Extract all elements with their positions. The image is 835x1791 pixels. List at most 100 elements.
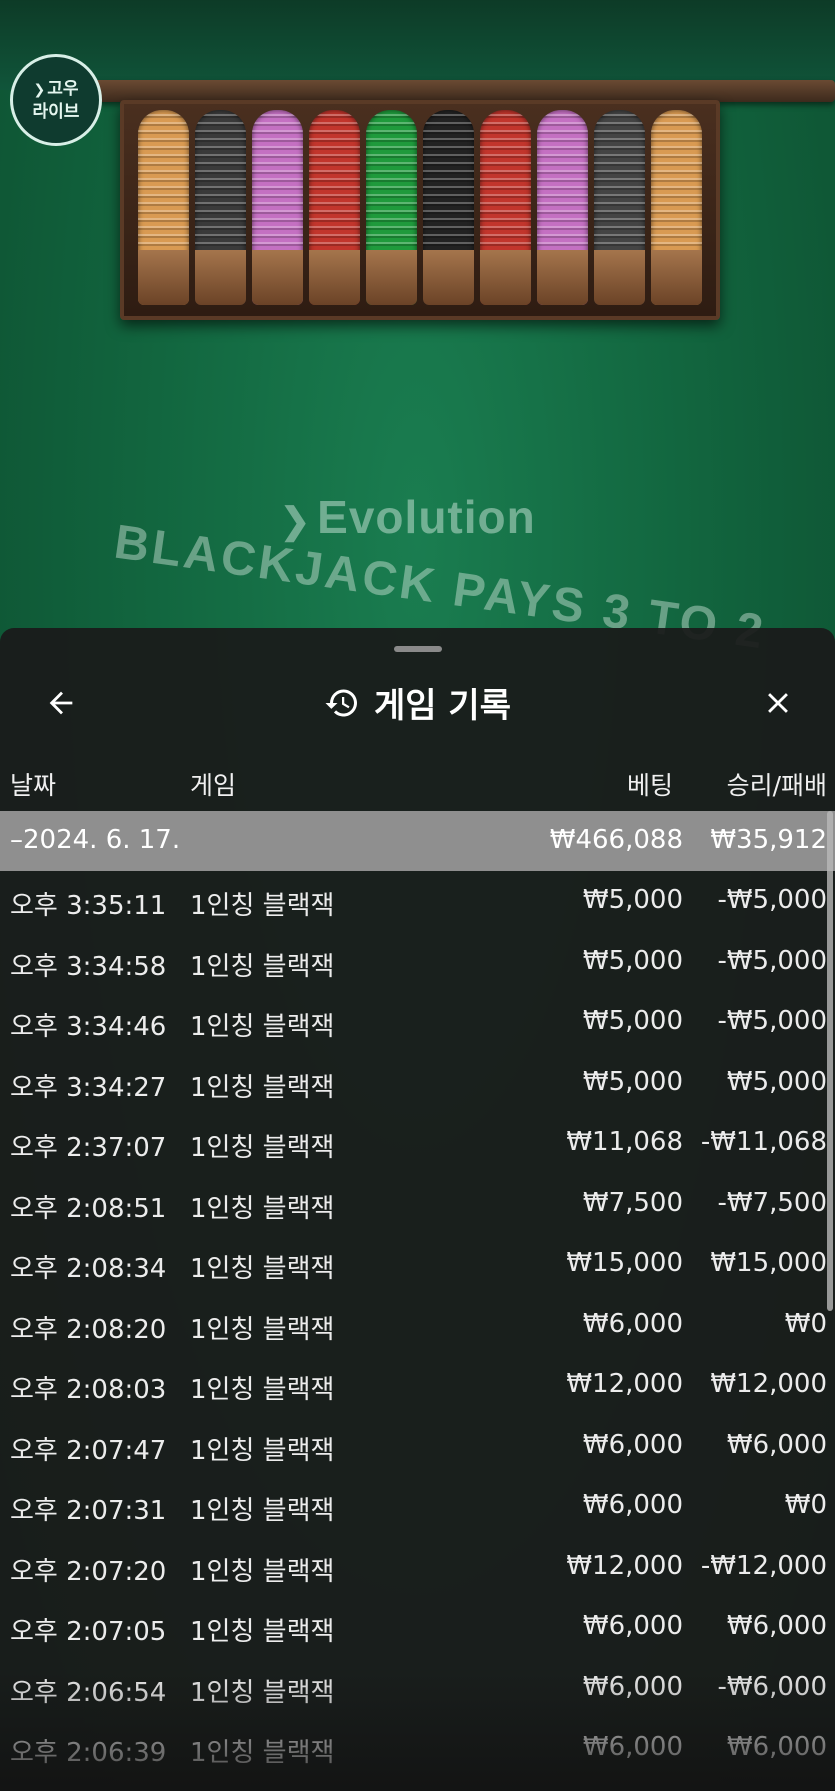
history-row[interactable]: 오후 2:07:31 1인칭 블랙잭 ₩6,000 ₩0 [0,1476,835,1537]
row-result: ₩5,000 [726,1066,827,1097]
row-time: 오후 3:35:11 [10,891,167,921]
row-time: 오후 2:37:07 [10,1133,167,1163]
row-bet: ₩6,000 [582,1308,683,1339]
history-row[interactable]: 오후 3:34:58 1인칭 블랙잭 ₩5,000 -₩5,000 [0,932,835,993]
row-time: 오후 2:08:51 [10,1193,167,1224]
row-game: 1인칭 블랙잭 [190,1738,335,1768]
chip-stack [423,110,474,305]
drag-handle[interactable] [394,646,442,652]
row-bet: ₩6,000 [582,1732,683,1762]
summary-bet: ₩466,088 [549,825,683,855]
row-result: ₩6,000 [726,1429,827,1460]
row-game: 1인칭 블랙잭 [190,1496,335,1526]
scrollbar[interactable] [827,811,833,1311]
history-row[interactable]: 오후 2:37:07 1인칭 블랙잭 ₩11,068 -₩11,068 [0,1113,835,1174]
date-summary-row[interactable]: –2024. 6. 17. ₩466,088 ₩35,912 [0,811,835,871]
badge-line-2: 라이브 [32,101,80,122]
history-row[interactable]: 오후 2:06:54 1인칭 블랙잭 ₩6,000 -₩6,000 [0,1658,835,1719]
column-header-result[interactable]: 승리/패배 [727,766,827,802]
summary-date: –2024. 6. 17. [10,825,181,855]
row-result: -₩7,500 [717,1187,827,1218]
chip-stack [309,110,360,305]
row-game: 1인칭 블랙잭 [190,1012,335,1042]
table-rail [90,80,835,102]
row-bet: ₩5,000 [582,945,683,976]
evolution-brand-text: Evolution [317,491,536,543]
summary-result: ₩35,912 [710,825,827,855]
row-bet: ₩6,000 [582,1671,683,1702]
chip-stack [480,110,531,305]
row-game: 1인칭 블랙잭 [190,1133,335,1163]
close-icon [768,693,788,713]
row-result: ₩15,000 [710,1248,827,1278]
row-game: 1인칭 블랙잭 [190,1375,335,1405]
chip-stack [252,110,303,305]
row-game: 1인칭 블랙잭 [190,1435,335,1466]
history-row[interactable]: 오후 3:35:11 1인칭 블랙잭 ₩5,000 -₩5,000 [0,871,835,932]
row-bet: ₩12,000 [566,1369,683,1399]
chip-stack [594,110,645,305]
row-bet: ₩7,500 [582,1187,683,1218]
chip-stack [537,110,588,305]
row-time: 오후 2:08:03 [10,1375,167,1405]
history-row[interactable]: 오후 2:06:39 1인칭 블랙잭 ₩6,000 ₩6,000 [0,1718,835,1779]
row-bet: ₩6,000 [582,1490,683,1520]
row-time: 오후 2:07:31 [10,1496,167,1526]
history-row[interactable]: 오후 2:08:34 1인칭 블랙잭 ₩15,000 ₩15,000 [0,1234,835,1295]
row-bet: ₩15,000 [566,1248,683,1278]
row-time: 오후 2:07:05 [10,1617,167,1647]
row-bet: ₩11,068 [566,1127,683,1157]
row-bet: ₩6,000 [582,1611,683,1641]
history-icon [324,685,360,721]
row-game: 1인칭 블랙잭 [190,891,335,921]
table-edge [0,0,835,90]
row-time: 오후 3:34:27 [10,1072,167,1103]
history-row[interactable]: 오후 3:34:46 1인칭 블랙잭 ₩5,000 -₩5,000 [0,992,835,1053]
row-game: 1인칭 블랙잭 [190,951,335,982]
evolution-logo: ❯ Evolution [280,490,536,544]
row-result: -₩5,000 [717,885,827,915]
row-game: 1인칭 블랙잭 [190,1193,335,1224]
row-time: 오후 2:08:20 [10,1314,167,1345]
row-result: -₩6,000 [717,1671,827,1702]
row-result: ₩6,000 [726,1611,827,1641]
row-bet: ₩5,000 [582,1066,683,1097]
row-result: ₩0 [784,1308,827,1339]
chip-stack [651,110,702,305]
row-game: 1인칭 블랙잭 [190,1314,335,1345]
column-header-bet[interactable]: 베팅 [627,766,673,802]
row-result: ₩12,000 [710,1369,827,1399]
history-row[interactable]: 오후 2:08:51 1인칭 블랙잭 ₩7,500 -₩7,500 [0,1174,835,1235]
row-result: -₩5,000 [717,945,827,976]
chip-tray [120,100,720,320]
row-game: 1인칭 블랙잭 [190,1254,335,1284]
row-time: 오후 2:08:34 [10,1254,167,1284]
history-row[interactable]: 오후 2:07:20 1인칭 블랙잭 ₩12,000 -₩12,000 [0,1537,835,1598]
row-game: 1인칭 블랙잭 [190,1677,335,1708]
row-result: -₩11,068 [700,1127,827,1157]
row-bet: ₩12,000 [566,1550,683,1581]
panel-header: 게임 기록 [0,668,835,738]
history-row[interactable]: 오후 2:07:05 1인칭 블랙잭 ₩6,000 ₩6,000 [0,1597,835,1658]
casino-logo-badge: ❯ 고우 라이브 [10,54,102,146]
badge-line-1: 고우 [47,78,79,99]
close-button[interactable] [755,680,801,726]
history-row[interactable]: 오후 2:08:20 1인칭 블랙잭 ₩6,000 ₩0 [0,1295,835,1356]
history-row[interactable]: 오후 2:07:47 1인칭 블랙잭 ₩6,000 ₩6,000 [0,1416,835,1477]
row-result: -₩12,000 [700,1550,827,1581]
row-time: 오후 2:07:47 [10,1435,167,1466]
chip-stack [195,110,246,305]
column-header-date[interactable]: 날짜 [10,766,56,802]
row-time: 오후 2:06:54 [10,1677,167,1708]
history-row[interactable]: 오후 2:08:03 1인칭 블랙잭 ₩12,000 ₩12,000 [0,1355,835,1416]
row-bet: ₩6,000 [582,1429,683,1460]
history-row[interactable]: 오후 3:34:27 1인칭 블랙잭 ₩5,000 ₩5,000 [0,1053,835,1114]
chip-stack [366,110,417,305]
table-header: 날짜 게임 베팅 승리/패배 [0,758,835,808]
row-time: 오후 3:34:58 [10,951,167,982]
row-time: 오후 2:06:39 [10,1738,167,1768]
row-bet: ₩5,000 [582,885,683,915]
panel-title-group: 게임 기록 [0,678,835,727]
column-header-game[interactable]: 게임 [190,766,236,802]
row-game: 1인칭 블랙잭 [190,1556,335,1587]
